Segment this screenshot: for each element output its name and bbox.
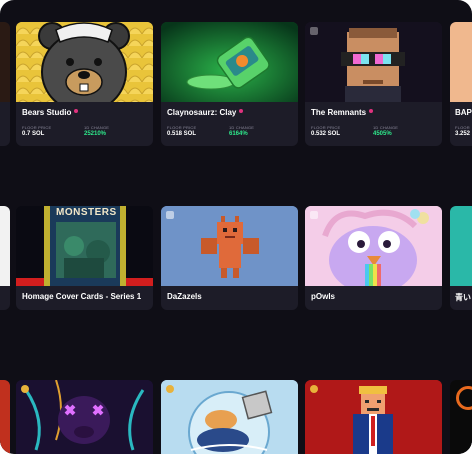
floor-price-label: FLOOR PRICE [22, 125, 52, 130]
collection-title: The Remnants [311, 108, 374, 117]
change-value: 6164% [229, 131, 248, 137]
collection-card[interactable] [305, 380, 442, 454]
collection-title: pOwls [311, 292, 336, 301]
floor-price-label: FLOOR PRICE [311, 125, 341, 130]
collection-card-bape[interactable]: BAPE FLOOR 3.252 [450, 22, 472, 146]
collection-card-partial-left[interactable] [0, 206, 10, 310]
verified-badge-icon [239, 109, 244, 113]
collection-thumbnail [161, 380, 298, 454]
chain-icon [310, 27, 318, 35]
collection-card-bears-studio[interactable]: Bears Studio FLOOR PRICE 0.7 SOL 1D CHAN… [16, 22, 153, 146]
collection-title: Bears Studio [22, 108, 79, 117]
collection-title: 青い [455, 293, 471, 302]
floor-price-value: 0.518 SOL [167, 131, 197, 137]
pixel-demon-artwork [161, 206, 298, 286]
collection-card-claynosaurz-clay[interactable]: Claynosaurz: Clay FLOOR PRICE 0.518 SOL … [161, 22, 298, 146]
collection-title: BAPE [455, 108, 472, 117]
chain-icon [21, 385, 29, 393]
collection-card-the-remnants[interactable]: The Remnants FLOOR PRICE 0.532 SOL 1D CH… [305, 22, 442, 146]
collection-card-homage-cover-cards[interactable]: MONSTERS Homage Cover Cards - Series 1 [16, 206, 153, 310]
collection-title: DaZazels [167, 292, 202, 301]
floor-price-value: 0.532 SOL [311, 131, 341, 137]
collection-title: Claynosaurz: Clay [167, 108, 244, 117]
change-label: 1D CHANGE [229, 125, 255, 130]
collection-card-partial-right[interactable]: 青い [450, 206, 472, 310]
collection-thumbnail [305, 22, 442, 102]
collection-thumbnail [161, 22, 298, 102]
collection-card[interactable] [161, 380, 298, 454]
change-label: 1D CHANGE [373, 125, 399, 130]
chain-icon [310, 385, 318, 393]
clay-jar-artwork [161, 22, 298, 102]
owl-artwork [305, 206, 442, 286]
comic-title-text: MONSTERS [56, 207, 117, 218]
collection-card-powls[interactable]: pOwls [305, 206, 442, 310]
purple-creature-artwork [16, 380, 153, 454]
verified-badge-icon [74, 109, 79, 113]
floor-price-label: FLOOR PRICE [167, 125, 197, 130]
chain-icon [166, 385, 174, 393]
collection-thumbnail [16, 380, 153, 454]
verified-badge-icon [369, 109, 374, 113]
fishbowl-artwork [161, 380, 298, 454]
change-value: 25210% [84, 131, 107, 137]
collection-card[interactable] [16, 380, 153, 454]
comic-cover-artwork [16, 206, 153, 286]
change-value: 4505% [373, 131, 392, 137]
collection-thumbnail [16, 22, 153, 102]
collection-thumbnail [305, 206, 442, 286]
collection-card-partial-left[interactable] [0, 22, 10, 146]
floor-price-value: 3.252 [455, 131, 471, 137]
pixel-character-artwork [305, 22, 442, 102]
collection-thumbnail: MONSTERS [16, 206, 153, 286]
collection-thumbnail [305, 380, 442, 454]
floor-price-value: 0.7 SOL [22, 131, 45, 137]
bear-artwork [16, 22, 153, 102]
collection-title: Homage Cover Cards - Series 1 [22, 292, 142, 301]
chain-icon [310, 211, 318, 219]
pixel-suit-character-artwork [305, 380, 442, 454]
collection-card-partial-right[interactable] [450, 380, 472, 454]
collection-thumbnail [161, 206, 298, 286]
collections-grid: Bears Studio FLOOR PRICE 0.7 SOL 1D CHAN… [0, 0, 472, 454]
collection-card-partial-left[interactable] [0, 380, 10, 454]
change-label: 1D CHANGE [84, 125, 110, 130]
floor-price-label: FLOOR [455, 125, 470, 130]
chain-icon [166, 211, 174, 219]
collection-card-dazazels[interactable]: DaZazels [161, 206, 298, 310]
